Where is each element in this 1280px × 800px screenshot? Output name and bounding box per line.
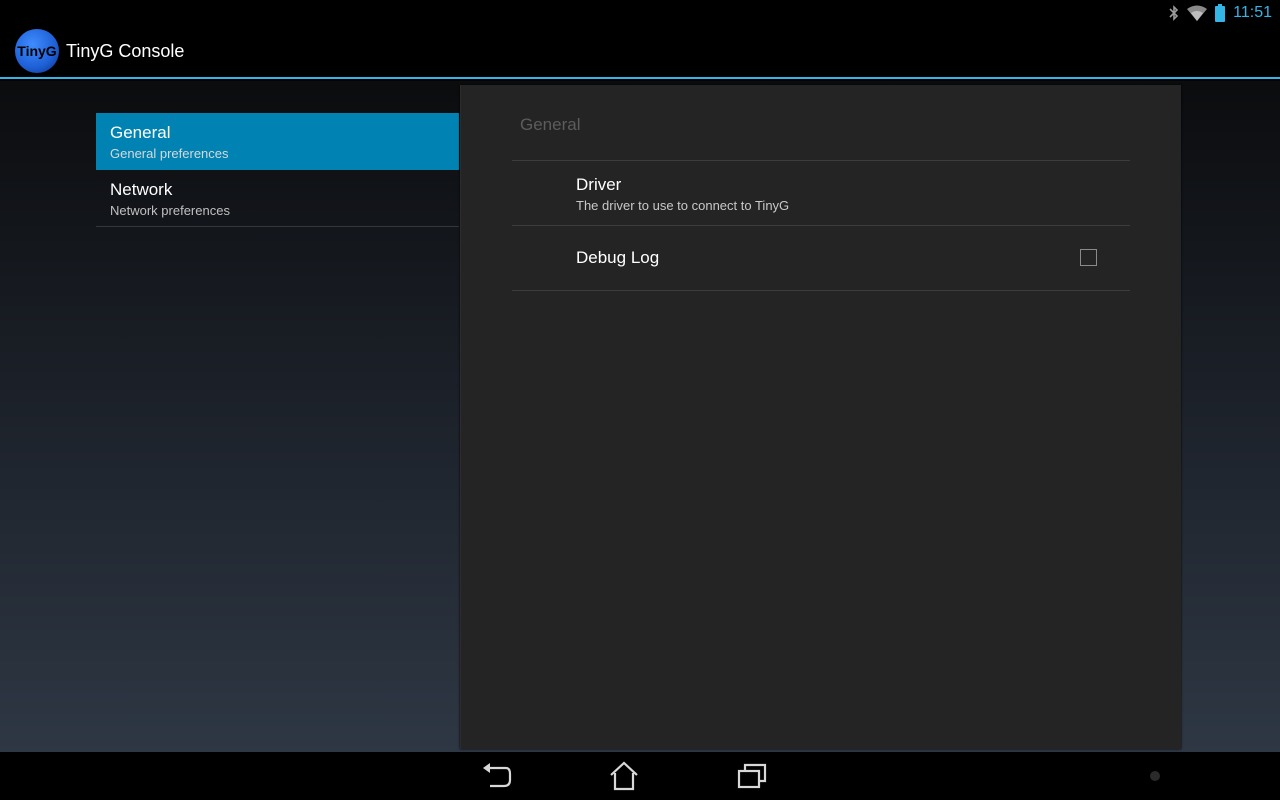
content-area: General General preferences Network Netw… [0, 81, 1280, 752]
pref-debug-log[interactable]: Debug Log [512, 226, 1130, 290]
home-icon[interactable] [604, 760, 644, 792]
header-summary: General preferences [110, 146, 229, 161]
battery-icon [1215, 3, 1226, 22]
action-bar: TinyG TinyG Console [0, 25, 1280, 79]
category-title: General [520, 115, 581, 134]
pref-title: Driver [576, 175, 622, 194]
bluetooth-icon [1169, 4, 1179, 21]
pref-driver[interactable]: Driver The driver to use to connect to T… [512, 161, 1130, 225]
back-icon[interactable] [476, 760, 516, 792]
header-title: Network [110, 180, 173, 199]
divider [512, 290, 1130, 291]
preferences-panel: General Driver The driver to use to conn… [460, 85, 1181, 749]
status-bar: 11:51 [0, 0, 1280, 25]
navigation-bar [0, 752, 1280, 800]
header-title: General [110, 123, 171, 142]
recent-apps-icon[interactable] [732, 760, 772, 792]
app-title: TinyG Console [66, 40, 185, 61]
wifi-icon [1187, 5, 1208, 21]
app-logo[interactable]: TinyG [15, 29, 59, 73]
debug-log-checkbox[interactable] [1080, 249, 1097, 266]
header-list: General General preferences Network Netw… [96, 113, 459, 227]
header-item-general[interactable]: General General preferences [96, 113, 459, 170]
pref-title: Debug Log [576, 248, 660, 267]
header-item-network[interactable]: Network Network preferences [96, 170, 459, 227]
clock-time: 11:51 [1233, 3, 1272, 21]
header-summary: Network preferences [110, 203, 230, 218]
pref-summary: The driver to use to connect to TinyG [576, 198, 790, 213]
menu-dot-icon [1150, 771, 1160, 781]
